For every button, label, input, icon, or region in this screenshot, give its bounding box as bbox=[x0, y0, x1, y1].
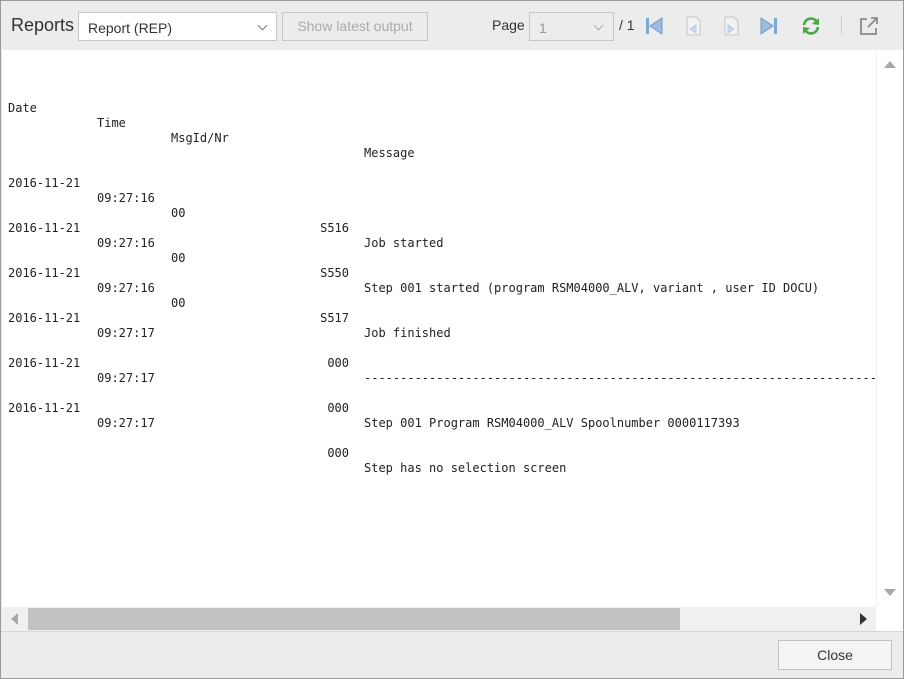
log-nr: 000 bbox=[327, 356, 349, 370]
log-message: Step has no selection screen bbox=[364, 461, 567, 475]
show-latest-output-button[interactable]: Show latest output bbox=[282, 12, 428, 41]
log-header-row: Date Time MsgId/Nr Message bbox=[8, 86, 415, 160]
toolbar-separator bbox=[841, 15, 842, 35]
log-msgid: 00 bbox=[171, 296, 186, 310]
report-output-area: Date Time MsgId/Nr Message 2016-11-21 09… bbox=[2, 50, 876, 607]
last-page-icon[interactable] bbox=[758, 15, 780, 37]
log-time: 09:27:17 bbox=[97, 326, 155, 340]
log-nr: S517 bbox=[320, 311, 349, 325]
log-time: 09:27:17 bbox=[97, 371, 155, 385]
chevron-down-icon bbox=[593, 20, 604, 31]
refresh-icon[interactable] bbox=[800, 15, 822, 37]
log-message: Step 001 started (program RSM04000_ALV, … bbox=[364, 281, 820, 295]
log-row: 2016-11-21 09:27:17 000 Step has no sele… bbox=[8, 386, 566, 475]
close-button[interactable]: Close bbox=[778, 640, 892, 670]
scroll-left-icon[interactable] bbox=[11, 613, 18, 625]
log-date: 2016-11-21 bbox=[8, 356, 81, 370]
column-header-message: Message bbox=[364, 146, 415, 160]
log-message: Job finished bbox=[364, 326, 451, 340]
log-time: 09:27:16 bbox=[97, 191, 155, 205]
log-time: 09:27:16 bbox=[97, 236, 155, 250]
page-total: / 1 bbox=[619, 17, 635, 33]
next-page-icon[interactable] bbox=[720, 15, 742, 37]
report-select[interactable]: Report (REP) bbox=[78, 12, 277, 41]
first-page-icon[interactable] bbox=[643, 15, 665, 37]
log-row: 2016-11-21 09:27:16 00 S516 Job started bbox=[8, 161, 443, 250]
log-msgid: 00 bbox=[171, 206, 186, 220]
log-nr: 000 bbox=[327, 446, 349, 460]
log-row: 2016-11-21 09:27:17 000 Step 001 Program… bbox=[8, 341, 740, 430]
scroll-up-icon[interactable] bbox=[884, 61, 896, 68]
toolbar: Reports Report (REP) Show latest output … bbox=[1, 1, 903, 50]
log-date: 2016-11-21 bbox=[8, 221, 81, 235]
scrollbar-corner bbox=[876, 607, 903, 631]
report-select-value: Report (REP) bbox=[88, 20, 173, 36]
log-row: 2016-11-21 09:27:16 00 S517 Job finished bbox=[8, 251, 451, 340]
page-number-select[interactable]: 1 bbox=[529, 12, 614, 41]
column-header-date: Date bbox=[8, 101, 37, 115]
log-nr: 000 bbox=[327, 401, 349, 415]
log-time: 09:27:17 bbox=[97, 416, 155, 430]
log-nr: S550 bbox=[320, 266, 349, 280]
page-label: Page bbox=[492, 17, 525, 33]
open-external-icon[interactable] bbox=[858, 15, 880, 37]
log-date: 2016-11-21 bbox=[8, 266, 81, 280]
log-msgid: 00 bbox=[171, 251, 186, 265]
log-nr: S516 bbox=[320, 221, 349, 235]
log-row: 2016-11-21 09:27:17 000 ----------------… bbox=[8, 296, 876, 385]
vertical-scrollbar[interactable] bbox=[876, 50, 903, 607]
horizontal-scroll-thumb[interactable] bbox=[28, 608, 680, 630]
log-time: 09:27:16 bbox=[97, 281, 155, 295]
job-log: Date Time MsgId/Nr Message 2016-11-21 09… bbox=[8, 56, 876, 475]
log-message: ----------------------------------------… bbox=[364, 371, 876, 385]
dialog-title: Reports bbox=[11, 15, 75, 35]
scroll-right-icon[interactable] bbox=[860, 613, 867, 625]
scroll-down-icon[interactable] bbox=[884, 589, 896, 596]
log-message: Job started bbox=[364, 236, 444, 250]
log-message: Step 001 Program RSM04000_ALV Spoolnumbe… bbox=[364, 416, 740, 430]
horizontal-scrollbar[interactable] bbox=[2, 607, 876, 631]
chevron-down-icon bbox=[257, 20, 268, 31]
log-date: 2016-11-21 bbox=[8, 176, 81, 190]
log-date: 2016-11-21 bbox=[8, 311, 81, 325]
column-header-msgid: MsgId/Nr bbox=[171, 131, 229, 145]
dialog-footer: Close bbox=[1, 631, 903, 678]
reports-dialog: Reports Report (REP) Show latest output … bbox=[0, 0, 904, 679]
log-date: 2016-11-21 bbox=[8, 401, 81, 415]
previous-page-icon[interactable] bbox=[682, 15, 704, 37]
column-header-time: Time bbox=[97, 116, 126, 130]
page-number-value: 1 bbox=[539, 20, 547, 36]
log-row: 2016-11-21 09:27:16 00 S550 Step 001 sta… bbox=[8, 206, 819, 295]
